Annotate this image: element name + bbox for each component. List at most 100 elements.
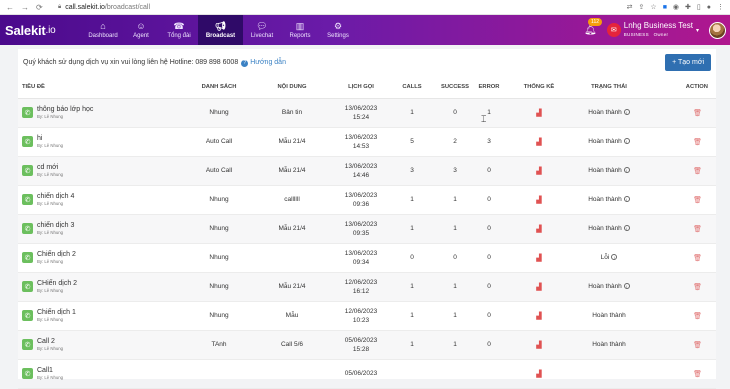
menu-dashboard[interactable]: ⌂ Dashboard	[84, 15, 122, 45]
campaign-name[interactable]: Chiến dịch 2	[37, 251, 76, 259]
cell-schedule: 13/06/2023 09:34	[334, 243, 388, 272]
col-list[interactable]: DANH SÁCH	[188, 76, 250, 99]
table-row[interactable]: ✆ Call1 By: Lê Nhung 05/06/2023 ▟ 🗑︎	[18, 359, 716, 388]
cell-content	[250, 243, 334, 272]
col-error[interactable]: ERROR	[474, 76, 504, 99]
cell-status: Hoàn thành i	[574, 214, 644, 243]
table-row[interactable]: ✆ hi By: Lê Nhung Auto Call Mẫu 21/4 13/06/20…	[18, 127, 716, 156]
stats-chart-icon[interactable]: ▟	[536, 197, 541, 204]
trash-icon[interactable]: 🗑︎	[693, 226, 702, 233]
table-row[interactable]: ✆ chiến dịch 3 By: Lê Nhung Nhung Mẫu 21/4 13…	[18, 214, 716, 243]
title-cell: ✆ hi By: Lê Nhung	[22, 135, 188, 149]
campaign-name[interactable]: CHiến dịch 2	[37, 280, 77, 288]
menu-agent[interactable]: ☺ Agent	[122, 15, 160, 45]
trash-icon[interactable]: 🗑︎	[693, 284, 702, 291]
info-icon[interactable]: i	[611, 254, 618, 260]
title-cell: ✆ Chiến dịch 1 By: Lê Nhung	[22, 309, 188, 323]
menu-settings[interactable]: ⚙ Settings	[319, 15, 357, 45]
table-row[interactable]: ✆ CHiến dịch 2 By: Lê Nhung Nhung Mẫu 21/4 12…	[18, 272, 716, 301]
trash-icon[interactable]: 🗑︎	[693, 255, 702, 262]
profile-icon[interactable]: ●	[707, 4, 711, 11]
campaign-name[interactable]: hi	[37, 135, 63, 143]
cell-schedule: 13/06/2023 14:53	[334, 127, 388, 156]
chevron-down-icon: ▾	[695, 27, 699, 34]
table-row[interactable]: ✆ Chiến dịch 1 By: Lê Nhung Nhung Mẫu 12/06/2…	[18, 301, 716, 330]
trash-icon[interactable]: 🗑︎	[693, 313, 702, 320]
info-icon[interactable]: i	[623, 167, 630, 173]
back-icon[interactable]: ←	[6, 3, 14, 12]
col-calls[interactable]: CALLS	[388, 76, 436, 99]
trash-icon[interactable]: 🗑︎	[693, 197, 702, 204]
avatar[interactable]	[709, 21, 726, 39]
info-icon[interactable]: i	[623, 138, 630, 144]
translate-icon[interactable]: ⇄	[627, 3, 633, 11]
create-new-button[interactable]: + Tạo mới	[665, 54, 711, 71]
trash-icon[interactable]: 🗑︎	[693, 371, 702, 378]
cell-status: Lỗi i	[574, 243, 644, 272]
trash-icon[interactable]: 🗑︎	[693, 168, 702, 175]
stats-chart-icon[interactable]: ▟	[536, 342, 541, 349]
reload-icon[interactable]: ⟳	[36, 3, 43, 12]
stats-chart-icon[interactable]: ▟	[536, 226, 541, 233]
stats-chart-icon[interactable]: ▟	[536, 255, 541, 262]
info-icon[interactable]: i	[623, 109, 630, 115]
col-title[interactable]: TIÊU ĐỀ	[18, 76, 188, 99]
address-bar[interactable]: call.salekit.io/broadcast/call	[65, 4, 626, 11]
col-content[interactable]: NỘI DUNG	[250, 76, 334, 99]
info-icon[interactable]: i	[623, 283, 630, 289]
trash-icon[interactable]: 🗑︎	[693, 342, 702, 349]
campaign-name[interactable]: chiến dịch 4	[37, 193, 74, 201]
table-row[interactable]: ✆ thông báo lớp học By: Lê Nhung Nhung Bản t…	[18, 98, 716, 127]
table-row[interactable]: ✆ Chiến dịch 2 By: Lê Nhung Nhung 13/06/2023…	[18, 243, 716, 272]
stats-chart-icon[interactable]: ▟	[536, 168, 541, 175]
stats-chart-icon[interactable]: ▟	[536, 139, 541, 146]
stats-chart-icon[interactable]: ▟	[536, 110, 541, 117]
menu-tong-dai[interactable]: ☎ Tổng đài	[160, 15, 198, 45]
info-icon[interactable]: i	[623, 196, 630, 202]
menu-livechat[interactable]: 💬︎ Livechat	[243, 15, 281, 45]
more-icon[interactable]: ⋮	[717, 3, 724, 11]
trash-icon[interactable]: 🗑︎	[693, 139, 702, 146]
forward-icon[interactable]: →	[21, 3, 29, 12]
star-icon[interactable]: ☆	[650, 3, 656, 11]
menu-label: Reports	[289, 32, 311, 39]
campaign-name[interactable]: cd mới	[37, 164, 63, 172]
puzzle-icon[interactable]: ✚	[685, 3, 691, 11]
title-text: chiến dịch 3 By: Lê Nhung	[37, 222, 74, 236]
help-link[interactable]: ? Hướng dẫn	[241, 59, 286, 67]
lock-icon[interactable]: 🔒︎	[58, 4, 61, 11]
cell-calls: 5	[410, 138, 414, 145]
camera-icon[interactable]: ◉	[673, 3, 679, 11]
table-row[interactable]: ✆ Call 2 By: Lê Nhung TAnh Call 5/6 05/06/202…	[18, 330, 716, 359]
business-switcher[interactable]: ✉ Lnhg Business Test BUSINESS Owner ▾	[606, 21, 699, 39]
stats-chart-icon[interactable]: ▟	[536, 284, 541, 291]
stats-chart-icon[interactable]: ▟	[536, 371, 541, 378]
mouse-cursor-icon: ⌶	[481, 114, 487, 124]
notification-bell[interactable]: 🔔︎ 112	[584, 17, 603, 36]
table-row[interactable]: ✆ chiến dịch 4 By: Lê Nhung Nhung callllll 13…	[18, 185, 716, 214]
cell-action: 🗑︎	[644, 127, 716, 156]
title-cell: ✆ cd mới By: Lê Nhung	[22, 164, 188, 178]
phone-icon: ✆	[22, 165, 33, 176]
col-success[interactable]: SUCCESS	[436, 76, 474, 99]
cell-stats: ▟	[504, 272, 574, 301]
sidebar-icon[interactable]: ▯	[697, 3, 701, 11]
stats-chart-icon[interactable]: ▟	[536, 313, 541, 320]
menu-broadcast[interactable]: 📢︎ Broadcast	[198, 15, 243, 45]
extension-icon[interactable]: ■	[663, 4, 667, 11]
cell-title: ✆ chiến dịch 3 By: Lê Nhung	[18, 214, 188, 243]
menu-reports[interactable]: ▥ Reports	[281, 15, 319, 45]
col-status[interactable]: TRẠNG THÁI	[574, 76, 644, 99]
trash-icon[interactable]: 🗑︎	[693, 110, 702, 117]
title-cell: ✆ chiến dịch 4 By: Lê Nhung	[22, 193, 188, 207]
campaign-name[interactable]: thông báo lớp học	[37, 106, 93, 114]
table-row[interactable]: ✆ cd mới By: Lê Nhung Auto Call Mẫu 21/4 13/0…	[18, 156, 716, 185]
info-icon[interactable]: i	[623, 225, 630, 231]
campaign-name[interactable]: chiến dịch 3	[37, 222, 74, 230]
campaign-name[interactable]: Call 2	[37, 338, 63, 346]
share-icon[interactable]: ⇪	[639, 3, 645, 11]
campaign-name[interactable]: Chiến dịch 1	[37, 309, 76, 317]
logo[interactable]: Salekit .io	[0, 15, 84, 45]
business-icon: ✉	[606, 23, 621, 37]
col-schedule[interactable]: LỊCH GỌI	[334, 76, 388, 99]
